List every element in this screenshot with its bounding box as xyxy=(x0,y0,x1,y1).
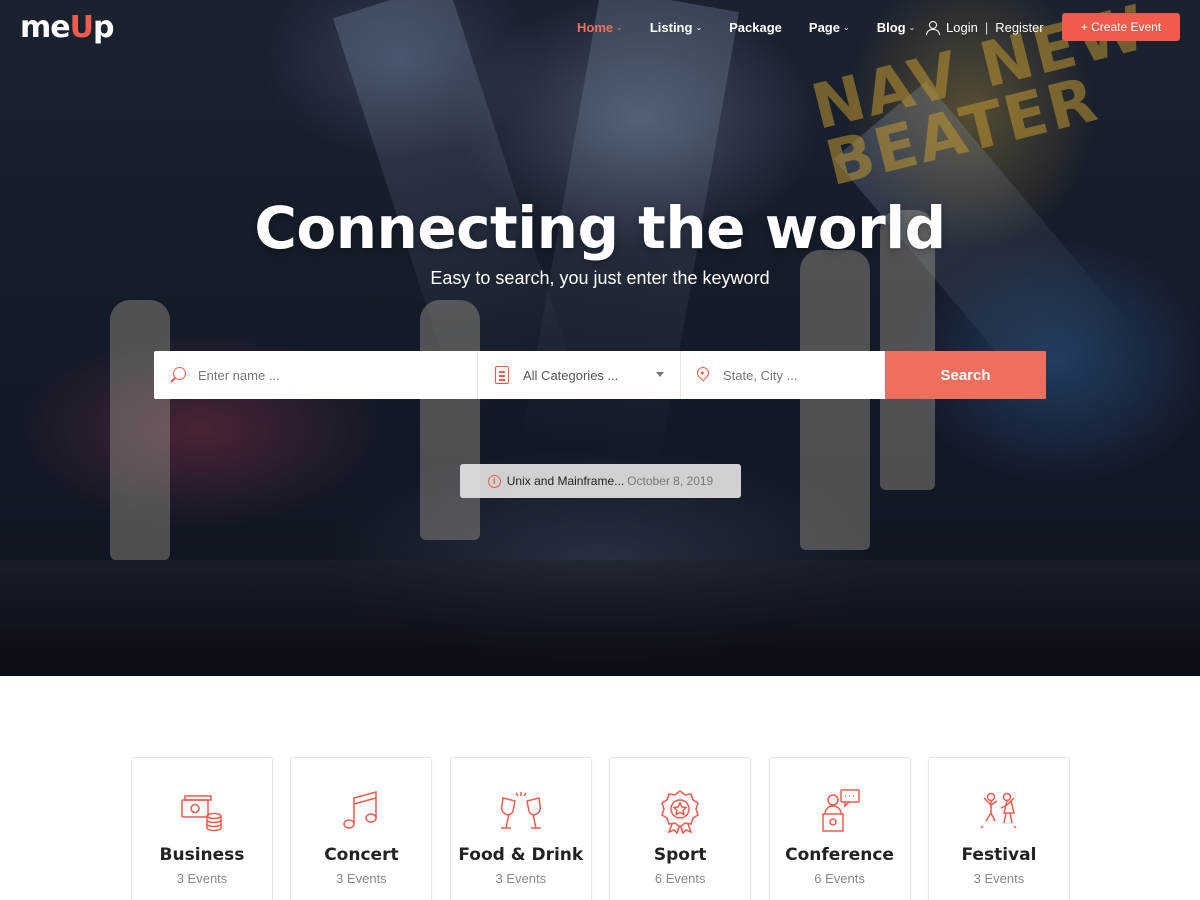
featured-event-notice[interactable]: i Unix and Mainframe... October 8, 2019 xyxy=(460,464,741,498)
category-name: Food & Drink xyxy=(458,845,584,865)
category-card-sport[interactable]: Sport 6 Events xyxy=(609,757,752,900)
map-pin-icon xyxy=(694,364,712,382)
category-name: Sport xyxy=(653,845,707,865)
search-bar: All Categories ... Search xyxy=(154,351,1046,399)
login-link[interactable]: Login xyxy=(946,20,978,35)
location-input[interactable] xyxy=(723,367,885,383)
main-nav: Home ⌄ Listing ⌄ Package Page ⌄ Blog ⌄ xyxy=(577,18,942,36)
chevron-down-icon: ⌄ xyxy=(695,22,703,32)
stage-floor xyxy=(0,560,1200,676)
performer-figure xyxy=(800,250,870,550)
nav-label: Page xyxy=(808,19,840,35)
category-card-festival[interactable]: Festival 3 Events xyxy=(927,757,1070,900)
nav-item-package[interactable]: Package xyxy=(729,20,782,35)
category-name: Conference xyxy=(785,845,894,865)
category-card-food-drink[interactable]: Food & Drink 3 Events xyxy=(449,757,592,900)
category-name: Festival xyxy=(961,845,1037,865)
music-note-icon xyxy=(343,791,378,829)
name-search-field xyxy=(154,351,478,399)
site-logo[interactable]: meUp xyxy=(20,10,115,45)
category-count: 3 Events xyxy=(973,871,1025,886)
user-icon xyxy=(926,20,940,35)
category-name: Concert xyxy=(324,845,399,865)
chevron-down-icon: ⌄ xyxy=(908,22,916,32)
category-list: Business 3 Events Concert 3 Events Food … xyxy=(131,757,1070,900)
chevron-down-icon: ⌄ xyxy=(842,22,850,32)
category-count: 3 Events xyxy=(336,871,387,886)
nav-label: Blog xyxy=(876,19,906,35)
logo-accent: U xyxy=(69,10,94,45)
location-search-field xyxy=(681,351,885,399)
nav-label: Listing xyxy=(649,19,693,35)
category-card-business[interactable]: Business 3 Events xyxy=(131,757,273,900)
auth-separator: | xyxy=(984,19,989,35)
nav-item-home[interactable]: Home ⌄ xyxy=(577,20,623,35)
nav-label: Package xyxy=(729,19,782,35)
register-link[interactable]: Register xyxy=(995,20,1043,35)
logo-text: me xyxy=(20,10,71,45)
category-count: 3 Events xyxy=(495,871,547,886)
auth-links: Login | Register xyxy=(926,18,1044,36)
category-name: Business xyxy=(159,845,245,865)
category-card-concert[interactable]: Concert 3 Events xyxy=(290,757,433,900)
hero-title: Connecting the world xyxy=(254,194,946,262)
wine-glasses-icon xyxy=(500,792,541,829)
notice-date: October 8, 2019 xyxy=(627,474,714,488)
category-count: 6 Events xyxy=(814,871,865,886)
hero-subtitle: Easy to search, you just enter the keywo… xyxy=(430,268,770,288)
category-count: 6 Events xyxy=(654,871,706,886)
money-icon xyxy=(181,795,222,832)
name-input[interactable] xyxy=(198,367,477,383)
notice-title: Unix and Mainframe... xyxy=(506,474,625,488)
create-event-button[interactable]: + Create Event xyxy=(1062,13,1180,41)
performer-figure xyxy=(110,300,170,560)
chevron-down-icon: ⌄ xyxy=(616,22,623,32)
logo-text: p xyxy=(92,10,115,45)
nav-label: Home xyxy=(577,19,614,35)
nav-item-page[interactable]: Page ⌄ xyxy=(809,20,850,35)
speaker-podium-icon xyxy=(821,789,860,832)
search-icon xyxy=(170,366,186,384)
category-select[interactable]: All Categories ... xyxy=(478,351,681,399)
nav-item-blog[interactable]: Blog ⌄ xyxy=(877,20,916,35)
document-icon xyxy=(495,366,509,384)
medal-icon xyxy=(661,790,700,834)
hero-banner: NAV NEW BEATER xyxy=(0,0,1200,676)
info-icon: i xyxy=(487,474,501,488)
category-count: 3 Events xyxy=(176,871,228,886)
caret-down-icon xyxy=(656,372,664,377)
category-card-conference[interactable]: Conference 6 Events xyxy=(768,757,911,900)
nav-item-listing[interactable]: Listing ⌄ xyxy=(650,20,702,35)
search-button[interactable]: Search xyxy=(885,351,1046,399)
dancing-people-icon xyxy=(980,792,1017,829)
performer-figure xyxy=(420,300,480,540)
